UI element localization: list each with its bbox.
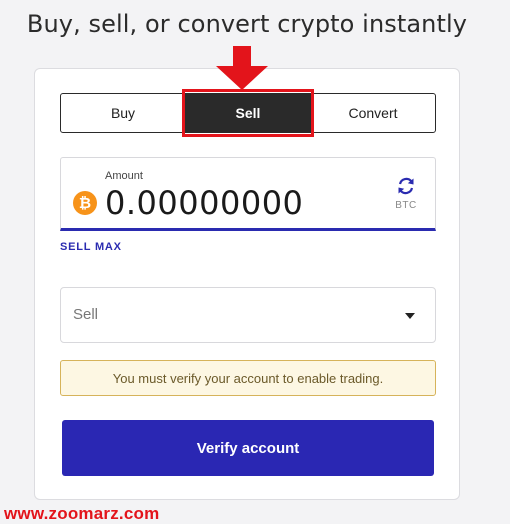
watermark: www.zoomarz.com xyxy=(4,504,160,523)
trade-tabs: Buy Sell Convert xyxy=(60,89,436,137)
tab-sell-label: Sell xyxy=(235,105,261,121)
amount-value[interactable]: 0.00000000 xyxy=(105,184,303,222)
swap-icon xyxy=(398,177,414,195)
tab-sell[interactable]: Sell xyxy=(182,89,314,137)
amount-label: Amount xyxy=(105,170,143,182)
chevron-down-icon xyxy=(405,313,415,319)
bitcoin-icon: ₿ xyxy=(73,191,97,215)
sell-max-link[interactable]: SELL MAX xyxy=(60,241,122,253)
amount-field[interactable]: Amount ₿ 0.00000000 BTC xyxy=(60,157,436,231)
annotation-arrow-icon xyxy=(216,46,268,90)
trade-card: Buy Sell Convert Amount ₿ 0.00000000 BTC… xyxy=(34,68,460,500)
verify-account-button[interactable]: Verify account xyxy=(62,420,434,476)
tab-convert[interactable]: Convert xyxy=(310,94,435,132)
currency-swap-button[interactable]: BTC xyxy=(391,176,421,211)
asset-select-placeholder: Sell xyxy=(73,306,99,323)
page-headline: Buy, sell, or convert crypto instantly xyxy=(26,10,468,38)
tab-buy[interactable]: Buy xyxy=(61,94,186,132)
verification-notice: You must verify your account to enable t… xyxy=(60,360,436,396)
asset-select[interactable]: Sell xyxy=(60,287,436,343)
currency-code: BTC xyxy=(395,200,417,211)
